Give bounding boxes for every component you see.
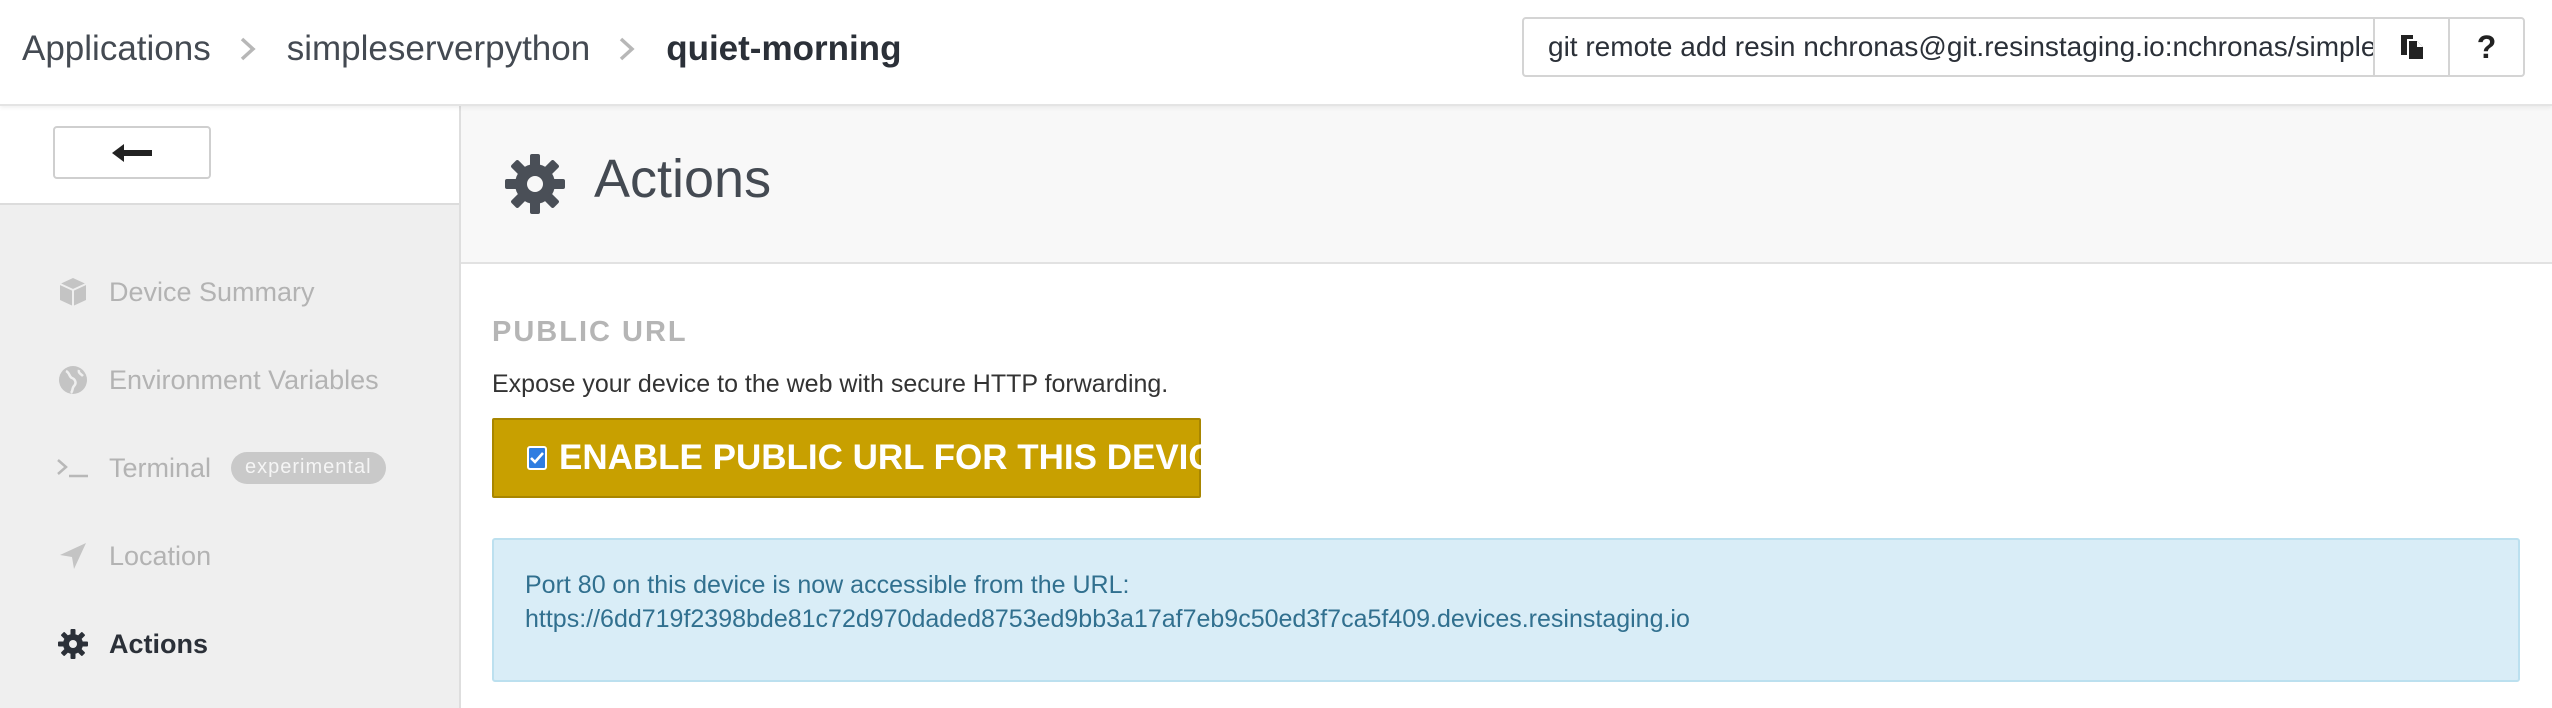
sidebar-item-environment-variables[interactable]: Environment Variables bbox=[55, 356, 379, 404]
terminal-icon bbox=[55, 450, 91, 486]
sidebar-item-label: Device Summary bbox=[109, 276, 315, 307]
main-content: Actions PUBLIC URL Expose your device to… bbox=[461, 104, 2552, 708]
checkbox-checked-icon[interactable] bbox=[527, 446, 547, 470]
breadcrumb-applications[interactable]: Applications bbox=[22, 29, 211, 69]
sidebar-item-location[interactable]: Location bbox=[55, 532, 211, 580]
git-remote-field[interactable]: git remote add resin nchronas@git.resins… bbox=[1522, 17, 2375, 77]
sidebar-back-area bbox=[0, 104, 459, 205]
gear-icon bbox=[505, 154, 565, 214]
chevron-right-icon bbox=[239, 36, 257, 62]
back-button[interactable] bbox=[53, 126, 211, 179]
sidebar-item-label: Environment Variables bbox=[109, 364, 379, 395]
sidebar: Device Summary Environment Variables Ter… bbox=[0, 104, 461, 708]
sidebar-item-label: Actions bbox=[109, 628, 209, 659]
sidebar-item-label: Terminal bbox=[109, 452, 212, 483]
page-title: Actions bbox=[594, 149, 772, 209]
location-arrow-icon bbox=[55, 538, 91, 574]
section-title: PUBLIC URL bbox=[492, 316, 688, 348]
section-description: Expose your device to the web with secur… bbox=[492, 370, 1169, 398]
info-message: Port 80 on this device is now accessible… bbox=[525, 571, 1130, 599]
public-url-text[interactable]: https://6dd719f2398bde81c72d970daded8753… bbox=[525, 605, 1690, 634]
page-header: Actions bbox=[461, 104, 2552, 264]
enable-public-url-label: ENABLE PUBLIC URL FOR THIS DEVICE bbox=[559, 438, 1238, 477]
breadcrumb: Applications simpleserverpython quiet-mo… bbox=[22, 0, 901, 98]
sidebar-item-actions[interactable]: Actions bbox=[55, 620, 208, 668]
sidebar-item-label: Location bbox=[109, 540, 212, 571]
arrow-left-icon bbox=[112, 143, 152, 162]
enable-public-url-button[interactable]: ENABLE PUBLIC URL FOR THIS DEVICE bbox=[492, 418, 1237, 498]
top-bar: Applications simpleserverpython quiet-mo… bbox=[0, 0, 2552, 106]
sidebar-item-terminal[interactable]: Terminal experimental bbox=[55, 444, 386, 492]
gear-icon bbox=[55, 626, 91, 662]
sidebar-item-device-summary[interactable]: Device Summary bbox=[55, 268, 315, 316]
globe-icon bbox=[55, 362, 91, 398]
help-button[interactable]: ? bbox=[2448, 17, 2525, 77]
breadcrumb-device: quiet-morning bbox=[666, 29, 902, 68]
chevron-right-icon bbox=[618, 36, 636, 62]
breadcrumb-application[interactable]: simpleserverpython bbox=[287, 29, 590, 69]
copy-button[interactable] bbox=[2373, 17, 2450, 77]
experimental-badge: experimental bbox=[231, 452, 386, 484]
copy-icon bbox=[2400, 35, 2423, 59]
cube-icon bbox=[55, 274, 91, 310]
public-url-info: Port 80 on this device is now accessible… bbox=[492, 538, 2520, 682]
